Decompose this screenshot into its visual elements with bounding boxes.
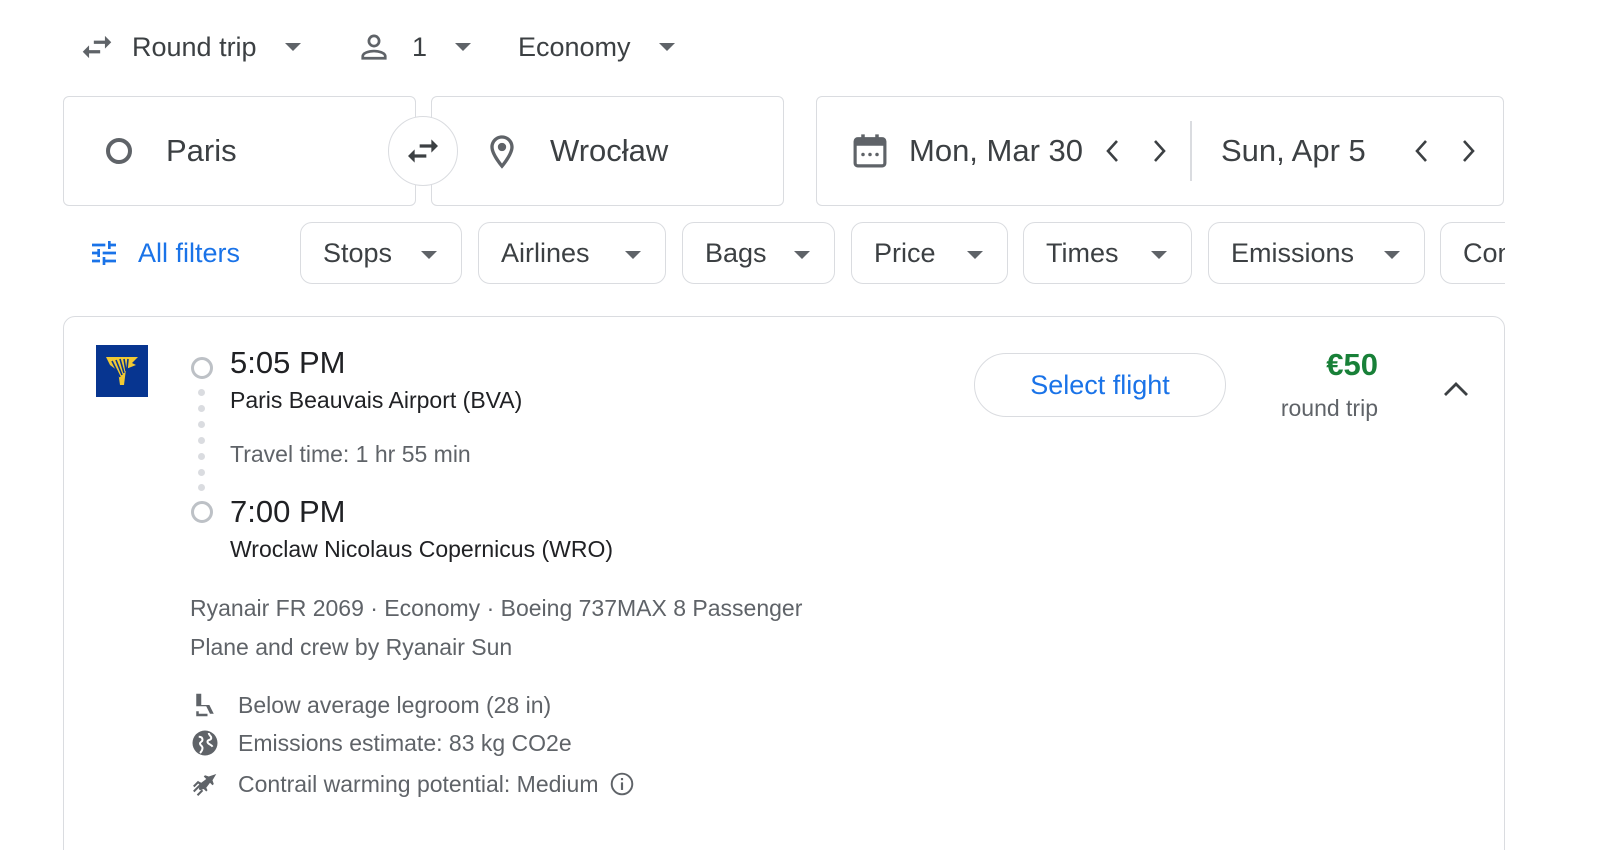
chevron-down-icon [625,251,641,259]
amenity-emissions: Emissions estimate: 83 kg CO2e [190,728,572,758]
flight-price: €50 [1326,347,1378,382]
chip-label: Times [1046,237,1119,268]
chip-label: Emissions [1231,237,1355,268]
chip-label: Price [874,237,936,268]
origin-field[interactable]: Paris [63,96,416,206]
select-flight-label: Select flight [1030,369,1170,400]
depart-date-group: Mon, Mar 30 [909,97,1177,205]
depart-date-value[interactable]: Mon, Mar 30 [909,133,1083,169]
return-prev-day-button[interactable] [1404,131,1440,171]
amenity-legroom: Below average legroom (28 in) [190,690,551,720]
destination-field[interactable]: Wrocław [431,96,784,206]
location-pin-icon [482,132,522,172]
timeline-dot [198,437,205,444]
filter-chip-bags[interactable]: Bags [682,222,835,284]
chevron-down-icon [967,251,983,259]
price-note: round trip [1280,395,1378,421]
departure-circle-icon [191,357,213,379]
amenity-text: Below average legroom (28 in) [238,691,552,718]
departure-time: 5:05 PM [230,345,346,380]
chip-label: Bags [705,237,767,268]
globe-icon [190,728,220,758]
info-icon[interactable] [609,771,635,797]
cabin-class-select[interactable]: Economy [518,22,675,72]
chip-label: Airlines [501,237,590,268]
arrival-time: 7:00 PM [230,494,346,529]
filter-chip-airlines[interactable]: Airlines [478,222,666,284]
destination-value: Wrocław [550,133,669,168]
filter-chip-stops[interactable]: Stops [300,222,462,284]
all-filters-button[interactable]: All filters [88,222,240,284]
ryanair-logo [96,345,148,397]
chevron-down-icon [1384,251,1400,259]
all-filters-label: All filters [138,237,241,268]
passenger-count: 1 [412,31,428,62]
tune-sliders-icon [88,237,120,269]
trip-type-label: Round trip [132,31,257,62]
amenity-contrail: Contrail warming potential: Medium [190,769,635,799]
person-icon [356,29,392,65]
trip-options-bar: Round trip 1 Economy [78,22,675,72]
return-date-group: Sun, Apr 5 [1221,97,1486,205]
chip-label: Stops [323,237,393,268]
chevron-down-icon [284,43,301,51]
passengers-select[interactable]: 1 [356,22,476,72]
depart-prev-day-button[interactable] [1095,131,1131,171]
departure-airport: Paris Beauvais Airport (BVA) [230,387,523,413]
chevron-down-icon [455,43,472,51]
date-range-field: Mon, Mar 30 Sun, Apr 5 [816,96,1504,206]
chevron-down-icon [421,251,437,259]
origin-value: Paris [166,133,237,168]
trip-type-select[interactable]: Round trip [78,22,318,72]
amenity-text: Contrail warming potential: Medium [238,770,599,797]
chevron-down-icon [794,251,810,259]
date-divider [1190,121,1192,181]
contrail-plane-icon [190,769,220,799]
filter-chip-emissions[interactable]: Emissions [1208,222,1425,284]
chip-label: Connecting airports [1463,237,1505,268]
amenity-text: Emissions estimate: 83 kg CO2e [238,729,572,756]
swap-arrows-icon [78,28,116,66]
swap-horizontal-icon [403,131,443,171]
arrival-circle-icon [191,501,213,523]
calendar-icon [849,129,891,173]
select-flight-button[interactable]: Select flight [974,353,1226,417]
chevron-up-icon [1441,379,1471,399]
timeline-dot [198,453,205,460]
flight-details: Ryanair FR 2069 · Economy · Boeing 737MA… [190,595,803,621]
timeline-dot [198,484,205,491]
depart-next-day-button[interactable] [1141,131,1177,171]
collapse-details-button[interactable] [1436,369,1476,409]
filter-bar: All filters Stops Airlines Bags Price Ti… [88,222,1505,286]
legroom-seat-icon [190,690,220,720]
filter-chip-connecting-airports[interactable]: Connecting airports [1440,222,1505,284]
filter-chip-price[interactable]: Price [851,222,1008,284]
chevron-down-icon [658,43,675,51]
timeline-dot [198,469,205,476]
travel-time: Travel time: 1 hr 55 min [230,441,471,467]
timeline-dot [198,389,205,396]
origin-circle-icon [106,138,132,164]
flight-result-card: 5:05 PM Paris Beauvais Airport (BVA) Tra… [63,316,1505,850]
timeline-dot [198,405,205,412]
arrival-airport: Wroclaw Nicolaus Copernicus (WRO) [230,536,613,562]
filter-chip-times[interactable]: Times [1023,222,1192,284]
timeline-dot [198,421,205,428]
cabin-class-label: Economy [518,31,631,62]
swap-places-button[interactable] [388,116,458,186]
return-next-day-button[interactable] [1450,131,1486,171]
chevron-down-icon [1151,251,1167,259]
return-date-value[interactable]: Sun, Apr 5 [1221,133,1366,169]
operated-by: Plane and crew by Ryanair Sun [190,634,513,660]
